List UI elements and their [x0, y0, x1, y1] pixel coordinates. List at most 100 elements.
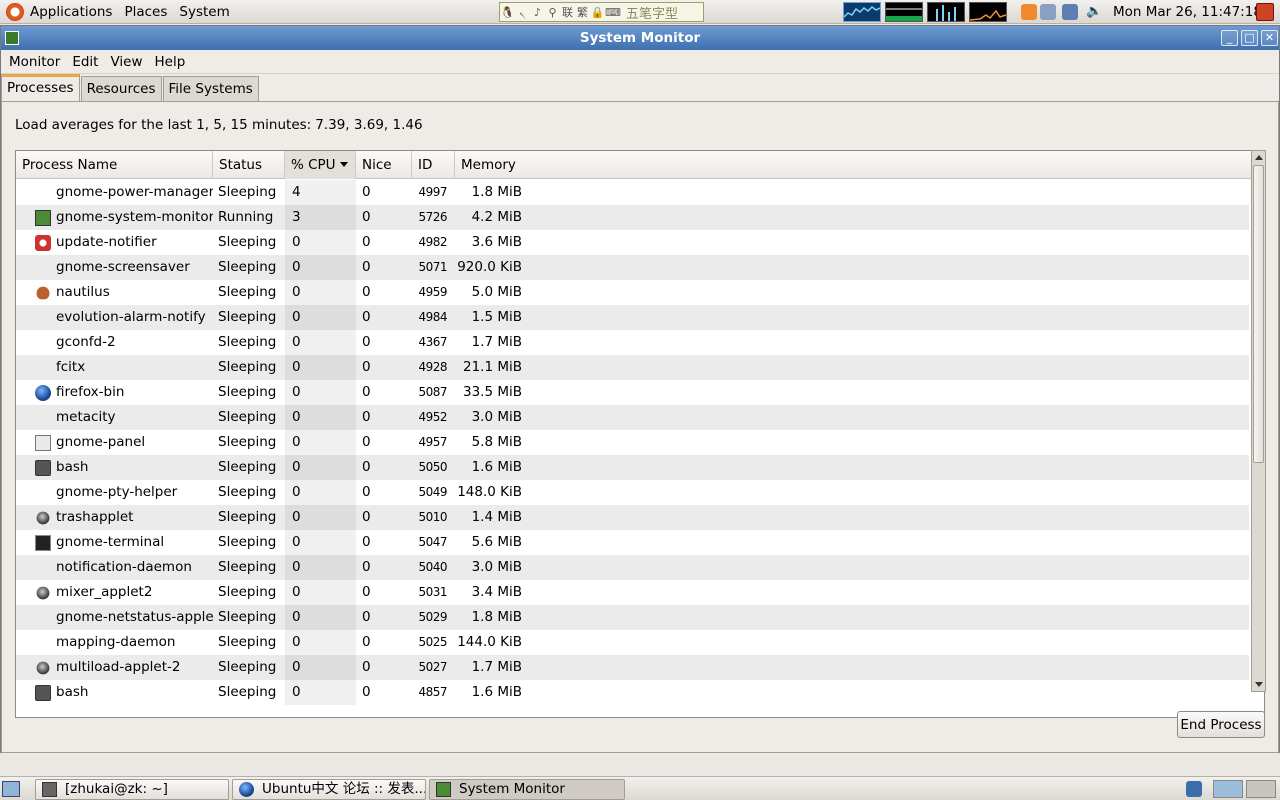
process-row[interactable]: metacity Sleeping 0 0 4952 3.0 MiB	[16, 405, 1249, 430]
process-row[interactable]: gnome-panel Sleeping 0 0 4957 5.8 MiB	[16, 430, 1249, 455]
process-none-icon	[35, 310, 51, 326]
process-nice: 0	[362, 409, 371, 425]
minimize-button[interactable]: _	[1221, 30, 1238, 46]
process-row[interactable]: gnome-screensaver Sleeping 0 0 5071 920.0 KiB	[16, 255, 1249, 280]
app-icon[interactable]	[5, 31, 19, 45]
close-button[interactable]: ✕	[1261, 30, 1278, 46]
scroll-up-arrow-icon[interactable]	[1255, 155, 1263, 160]
process-row[interactable]: mixer_applet2 Sleeping 0 0 5031 3.4 MiB	[16, 580, 1249, 605]
process-row[interactable]: multiload-applet-2 Sleeping 0 0 5027 1.7 MiB	[16, 655, 1249, 680]
tab-file-systems[interactable]: File Systems	[162, 76, 259, 101]
network-monitor-graph[interactable]	[927, 2, 965, 22]
ime-penguin-icon[interactable]: 🐧	[500, 6, 515, 19]
logout-icon[interactable]	[1256, 3, 1274, 21]
workspace-2[interactable]	[1246, 780, 1276, 798]
process-row[interactable]: notification-daemon Sleeping 0 0 5040 3.0 MiB	[16, 555, 1249, 580]
process-status: Sleeping	[218, 484, 277, 500]
ubuntu-logo-icon[interactable]	[6, 2, 24, 21]
column-nice[interactable]: Nice	[356, 151, 412, 179]
process-row[interactable]: trashapplet Sleeping 0 0 5010 1.4 MiB	[16, 505, 1249, 530]
places-menu[interactable]: Places	[118, 0, 173, 24]
process-name-cell: gnome-screensaver	[16, 255, 213, 280]
load-graph-icon	[969, 9, 1007, 21]
process-nice: 0	[362, 559, 371, 575]
end-process-button[interactable]: End Process	[1177, 711, 1265, 738]
load-monitor-graph[interactable]	[969, 2, 1007, 22]
column-cpu[interactable]: % CPU	[285, 151, 356, 179]
process-row[interactable]: gnome-system-monitor Running 3 0 5726 4.2 MiB	[16, 205, 1249, 230]
volume-icon[interactable]: 🔈	[1086, 4, 1102, 20]
menu-monitor[interactable]: Monitor	[3, 50, 66, 74]
process-memory: 1.8 MiB	[471, 609, 522, 625]
firefox-icon	[239, 782, 254, 797]
process-name: firefox-bin	[56, 384, 125, 400]
ime-keyboard-icon[interactable]: ⌨	[605, 6, 621, 19]
process-table-scrollbar[interactable]	[1251, 150, 1266, 692]
process-name: gnome-panel	[56, 434, 146, 450]
process-row[interactable]: gnome-terminal Sleeping 0 0 5047 5.6 MiB	[16, 530, 1249, 555]
input-method-bar[interactable]: 🐧 ৲ ♪ ⚲ 联 繁 🔒 ⌨ 五笔字型	[499, 2, 704, 22]
process-table[interactable]: Process Name Status % CPU Nice ID Memory…	[15, 150, 1265, 718]
ime-input-method-name[interactable]: 五笔字型	[626, 3, 678, 22]
process-row[interactable]: gnome-pty-helper Sleeping 0 0 5049 148.0 KiB	[16, 480, 1249, 505]
system-menu[interactable]: System	[173, 0, 235, 24]
process-row[interactable]: gnome-netstatus-applet Sleeping 0 0 5029 1.8 …	[16, 605, 1249, 630]
update-tray-icon[interactable]	[1021, 4, 1037, 20]
process-row[interactable]: nautilus Sleeping 0 0 4959 5.0 MiB	[16, 280, 1249, 305]
maximize-button[interactable]: □	[1241, 30, 1258, 46]
process-row[interactable]: mapping-daemon Sleeping 0 0 5025 144.0 KiB	[16, 630, 1249, 655]
ime-search-icon[interactable]: ⚲	[545, 6, 560, 19]
process-row[interactable]: fcitx Sleeping 0 0 4928 21.1 MiB	[16, 355, 1249, 380]
notes-icon[interactable]	[1186, 781, 1202, 797]
clock[interactable]: Mon Mar 26, 11:47:18	[1113, 0, 1262, 24]
process-status: Sleeping	[218, 184, 277, 200]
process-id: 4997	[418, 185, 447, 199]
memory-monitor-graph[interactable]	[885, 2, 923, 22]
process-nice: 0	[362, 384, 371, 400]
column-process-name[interactable]: Process Name	[16, 151, 213, 179]
process-row[interactable]: gconfd-2 Sleeping 0 0 4367 1.7 MiB	[16, 330, 1249, 355]
menu-view[interactable]: View	[104, 50, 148, 74]
scroll-down-arrow-icon[interactable]	[1255, 682, 1263, 687]
task-firefox[interactable]: Ubuntu中文 论坛 :: 发表...	[232, 779, 426, 800]
process-name-cell: metacity	[16, 405, 213, 430]
process-id: 4957	[418, 435, 447, 449]
process-row[interactable]: firefox-bin Sleeping 0 0 5087 33.5 MiB	[16, 380, 1249, 405]
process-row[interactable]: bash Sleeping 0 0 5050 1.6 MiB	[16, 455, 1249, 480]
ime-note-icon[interactable]: ♪	[530, 6, 545, 19]
process-cpu: 0	[285, 280, 356, 305]
task-terminal[interactable]: [zhukai@zk: ~]	[35, 779, 229, 800]
process-cpu: 0	[285, 655, 356, 680]
process-name: evolution-alarm-notify	[56, 309, 206, 325]
process-cpu: 0	[285, 405, 356, 430]
column-status[interactable]: Status	[213, 151, 285, 179]
ime-association-icon[interactable]: 联	[560, 4, 575, 20]
task-system-monitor[interactable]: System Monitor	[429, 779, 625, 800]
show-desktop-icon[interactable]	[2, 781, 20, 797]
process-nice: 0	[362, 359, 371, 375]
column-id[interactable]: ID	[412, 151, 455, 179]
process-row[interactable]: gnome-power-manager Sleeping 4 0 4997 1.8 MiB	[16, 180, 1249, 205]
process-panel-icon	[35, 434, 51, 451]
applications-menu[interactable]: Applications	[24, 0, 118, 24]
workspace-1[interactable]	[1213, 780, 1243, 798]
notifier-tray-icon[interactable]	[1040, 4, 1056, 20]
cpu-monitor-graph[interactable]	[843, 2, 881, 22]
menu-help[interactable]: Help	[149, 50, 192, 74]
process-row[interactable]: bash Sleeping 0 0 4857 1.6 MiB	[16, 680, 1249, 705]
title-bar[interactable]: System Monitor _ □ ✕	[1, 26, 1279, 50]
ime-lock-icon[interactable]: 🔒	[590, 6, 605, 19]
tab-resources[interactable]: Resources	[80, 76, 162, 101]
column-memory[interactable]: Memory	[455, 151, 1249, 179]
process-status: Sleeping	[218, 584, 277, 600]
process-row[interactable]: evolution-alarm-notify Sleeping 0 0 4984 1.5 …	[16, 305, 1249, 330]
ime-traditional-icon[interactable]: 繁	[575, 4, 590, 20]
menu-edit[interactable]: Edit	[66, 50, 104, 74]
tab-processes[interactable]: Processes	[1, 74, 80, 101]
process-id: 4952	[418, 410, 447, 424]
ime-mode-icon[interactable]: ৲	[515, 3, 530, 22]
scrollbar-thumb[interactable]	[1253, 165, 1264, 463]
process-row[interactable]: update-notifier Sleeping 0 0 4982 3.6 MiB	[16, 230, 1249, 255]
network-tray-icon[interactable]	[1062, 4, 1078, 20]
process-none-icon	[35, 485, 51, 501]
